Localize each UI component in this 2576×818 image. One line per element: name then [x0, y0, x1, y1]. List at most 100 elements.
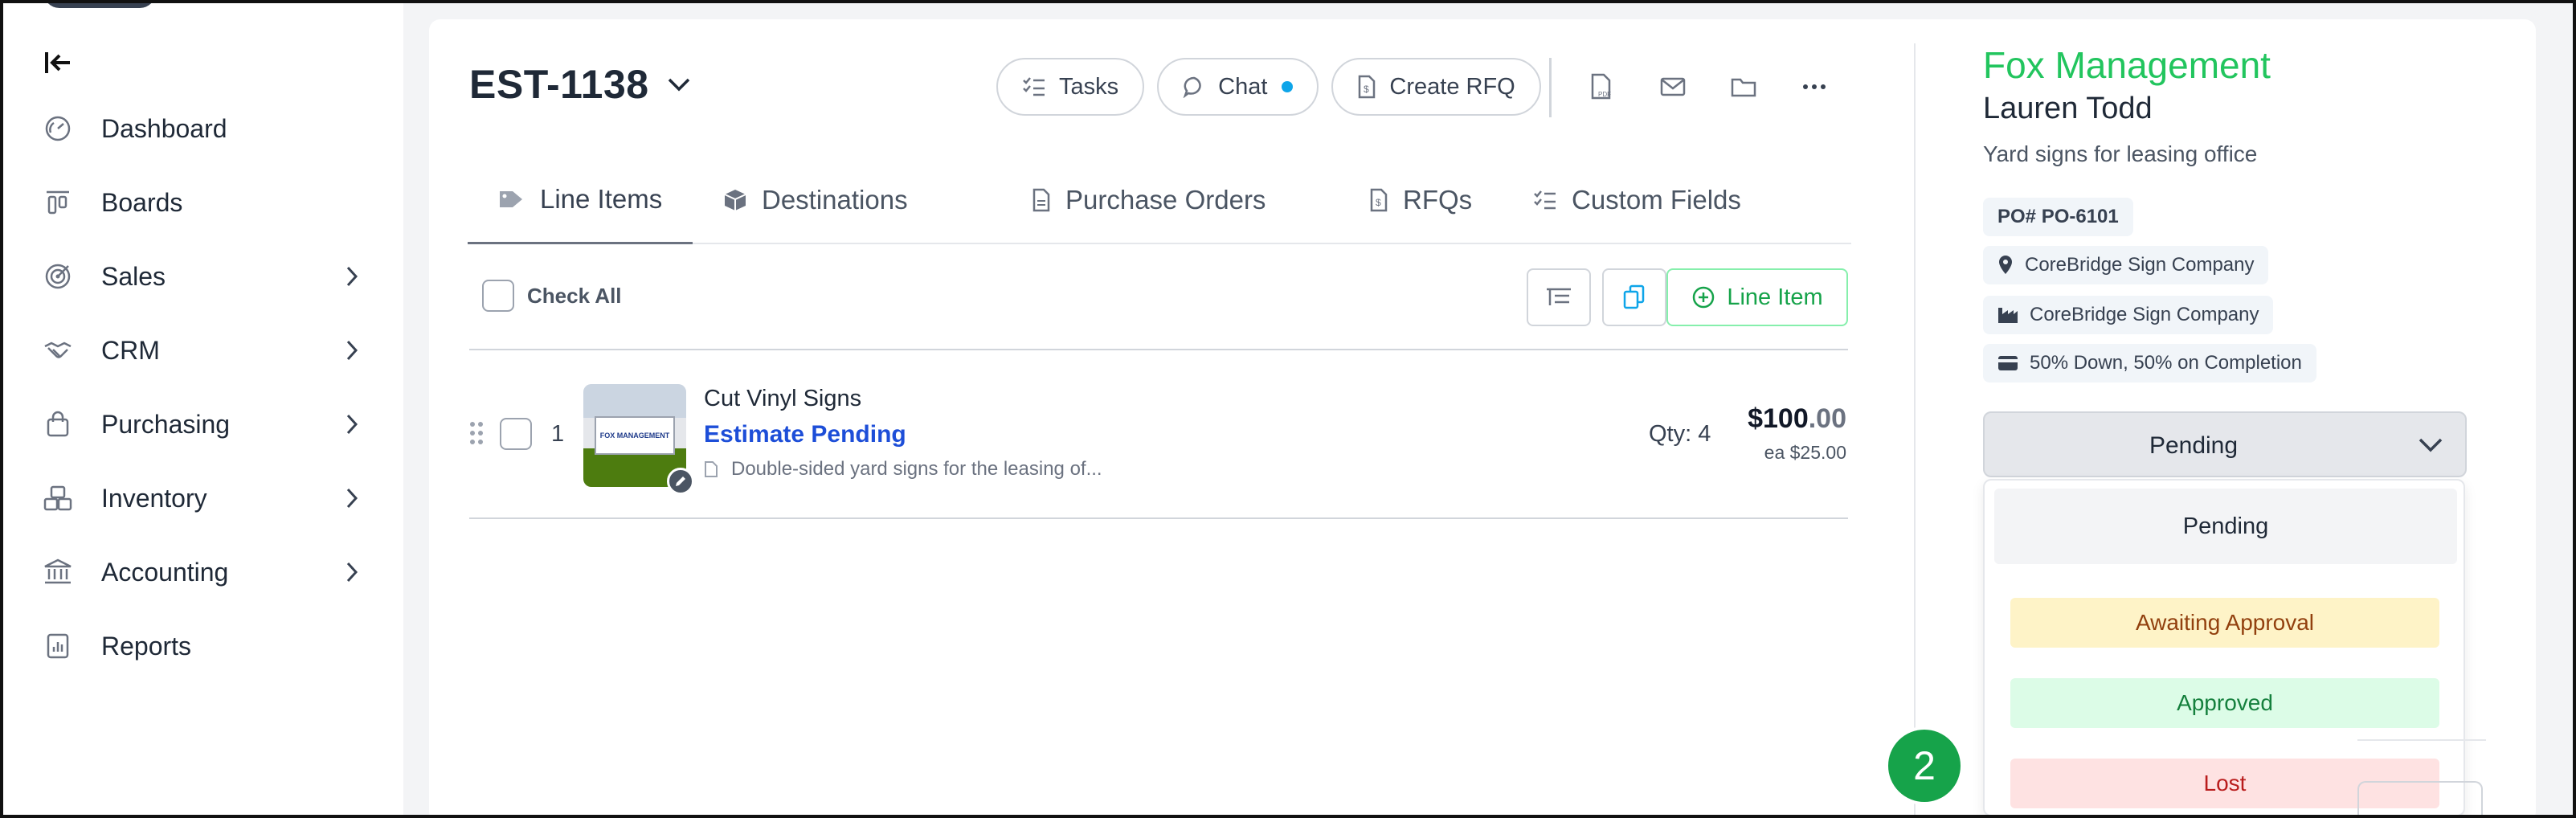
- sidebar-item-accounting[interactable]: Accounting: [3, 535, 403, 609]
- status-option-awaiting-approval[interactable]: Awaiting Approval: [2010, 598, 2439, 648]
- unread-indicator: [1282, 81, 1294, 92]
- tab-rfqs[interactable]: $ RFQs: [1369, 156, 1472, 244]
- checklist-icon: [1534, 190, 1556, 210]
- contact-name: Lauren Todd: [1983, 92, 2153, 125]
- sidebar-item-label: Boards: [101, 187, 183, 217]
- pdf-icon[interactable]: PDF: [1584, 69, 1620, 104]
- status-option-pending[interactable]: Pending: [1994, 489, 2457, 564]
- shopping-bag-icon: [42, 408, 74, 440]
- tasks-label: Tasks: [1059, 73, 1119, 100]
- check-all-label: Check All: [527, 283, 622, 308]
- sidebar-item-sales[interactable]: Sales: [3, 239, 403, 313]
- list-view-button[interactable]: [1527, 268, 1591, 326]
- sidebar-item-inventory[interactable]: Inventory: [3, 461, 403, 535]
- row-number: 1: [551, 421, 565, 447]
- step-number-badge: 2: [1885, 726, 1964, 805]
- estimate-title[interactable]: EST-1138: [469, 61, 696, 108]
- toolbar: Tasks Chat $ Create RFQ: [996, 58, 1541, 116]
- copy-icon: [1623, 284, 1645, 309]
- package-icon: [724, 190, 746, 211]
- company-name[interactable]: Fox Management: [1983, 43, 2271, 87]
- item-name: Cut Vinyl Signs: [704, 386, 862, 411]
- status-option-approved[interactable]: Approved: [2010, 678, 2439, 728]
- location-badge: CoreBridge Sign Company: [1983, 246, 2269, 284]
- folder-icon[interactable]: [1726, 69, 1761, 104]
- sidebar-item-label: Purchasing: [101, 409, 231, 439]
- item-quantity: Qty: 4: [1649, 421, 1711, 447]
- sidebar-item-label: Inventory: [101, 483, 207, 513]
- sidebar-item-reports[interactable]: Reports: [3, 609, 403, 683]
- estimate-id: EST-1138: [469, 62, 649, 107]
- sidebar: Dashboard Boards Sales CRM Purchasing In…: [3, 3, 403, 815]
- copy-button[interactable]: [1602, 268, 1666, 326]
- boards-icon: [42, 186, 74, 219]
- tab-custom-fields[interactable]: Custom Fields: [1533, 156, 1741, 244]
- status-select[interactable]: Pending: [1983, 411, 2467, 477]
- sidebar-item-label: Reports: [101, 631, 192, 661]
- create-rfq-button[interactable]: $ Create RFQ: [1331, 58, 1541, 116]
- chat-button[interactable]: Chat: [1157, 58, 1319, 116]
- chevron-down-icon: [2417, 431, 2444, 462]
- chevron-right-icon: [337, 410, 366, 439]
- tasks-button[interactable]: Tasks: [996, 58, 1145, 116]
- tab-bar: Line Items Destinations Purchase Orders …: [468, 156, 1851, 244]
- sidebar-nav: Dashboard Boards Sales CRM Purchasing In…: [3, 92, 403, 683]
- sidebar-item-label: Dashboard: [101, 113, 227, 143]
- panel-divider: [1914, 43, 1916, 818]
- logo: [43, 0, 156, 8]
- sidebar-item-label: Sales: [101, 261, 166, 291]
- toolbar-divider: [1549, 58, 1552, 117]
- tab-purchase-orders[interactable]: Purchase Orders: [1032, 156, 1266, 244]
- credit-card-icon: [1998, 356, 2018, 370]
- collapse-sidebar-icon[interactable]: [42, 47, 74, 79]
- sidebar-item-boards[interactable]: Boards: [3, 166, 403, 239]
- sidebar-item-purchasing[interactable]: Purchasing: [3, 387, 403, 461]
- estimate-panel: EST-1138 Tasks Chat $ Create RFQ PDF Lin…: [429, 19, 2536, 818]
- payment-terms-badge: 50% Down, 50% on Completion: [1983, 344, 2316, 382]
- more-options-icon[interactable]: [1797, 69, 1832, 104]
- sidebar-item-label: Accounting: [101, 557, 229, 587]
- facility-badge: CoreBridge Sign Company: [1983, 296, 2274, 334]
- chevron-right-icon: [337, 262, 366, 291]
- drag-handle-icon[interactable]: [469, 421, 484, 449]
- line-items-toolbar: Check All Line Item: [469, 247, 1848, 350]
- add-line-item-button[interactable]: Line Item: [1666, 268, 1848, 326]
- sidebar-item-label: CRM: [101, 335, 160, 365]
- report-icon: [42, 630, 74, 662]
- partially-hidden-field: [2357, 781, 2483, 818]
- check-all-checkbox[interactable]: [482, 280, 514, 312]
- sidebar-item-crm[interactable]: CRM: [3, 313, 403, 387]
- chevron-right-icon: [337, 484, 366, 513]
- map-pin-icon: [1999, 256, 2012, 274]
- row-checkbox[interactable]: [500, 418, 532, 450]
- add-line-item-label: Line Item: [1727, 284, 1823, 310]
- email-icon[interactable]: [1655, 69, 1691, 104]
- status-selected-value: Pending: [2149, 432, 2239, 459]
- section-divider: [2357, 739, 2486, 741]
- table-row[interactable]: 1 FOX MANAGEMENT Cut Vinyl Signs Estimat…: [469, 352, 1848, 519]
- tab-destinations[interactable]: Destinations: [723, 156, 908, 244]
- po-number-badge: PO# PO-6101: [1983, 198, 2133, 236]
- chevron-right-icon: [337, 336, 366, 365]
- yard-sign-image: FOX MANAGEMENT: [595, 416, 675, 455]
- svg-text:$: $: [1376, 197, 1381, 208]
- pencil-icon: [676, 476, 685, 486]
- dashboard-icon: [42, 112, 74, 145]
- project-description: Yard signs for leasing office: [1983, 141, 2258, 166]
- list-view-icon: [1547, 288, 1571, 305]
- tab-line-items[interactable]: Line Items: [468, 156, 693, 244]
- chevron-right-icon: [337, 558, 366, 587]
- item-status-link[interactable]: Estimate Pending: [704, 421, 906, 448]
- item-unit-price: ea $25.00: [1764, 442, 1846, 463]
- item-price: $100.00: [1748, 403, 1846, 434]
- status-dropdown-menu: Pending Awaiting Approval Approved Lost: [1983, 479, 2465, 816]
- factory-icon: [1998, 308, 2018, 323]
- item-description: Double-sided yard signs for the leasing …: [704, 458, 1102, 481]
- chat-label: Chat: [1218, 73, 1268, 100]
- edit-image-button[interactable]: [667, 468, 694, 495]
- chevron-down-icon: [667, 70, 696, 99]
- check-all-control[interactable]: Check All: [482, 280, 622, 312]
- document-icon: [705, 461, 718, 477]
- sidebar-item-dashboard[interactable]: Dashboard: [3, 92, 403, 166]
- chat-bubble-icon: [1183, 76, 1201, 98]
